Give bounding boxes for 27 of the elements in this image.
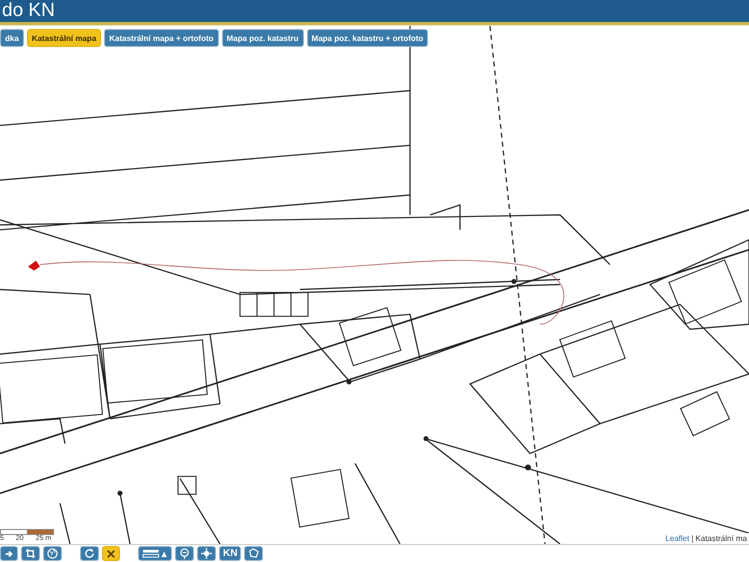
arrow-button[interactable] xyxy=(0,546,18,561)
shape-button[interactable] xyxy=(244,546,264,561)
layers-icon xyxy=(142,548,168,559)
page-title: do KN xyxy=(2,0,55,22)
crop-icon xyxy=(25,548,36,559)
close-button[interactable] xyxy=(102,546,120,561)
layer-tab[interactable]: Katastrální mapa xyxy=(26,29,102,47)
scale-bar xyxy=(0,529,54,535)
layer-tab[interactable]: Mapa poz. katastru xyxy=(222,29,304,47)
kn-button[interactable]: KN xyxy=(219,546,242,561)
locate-icon xyxy=(201,548,212,559)
layers-dropdown-button[interactable] xyxy=(138,546,172,561)
pentagon-icon xyxy=(248,548,260,559)
arrow-icon xyxy=(4,548,14,558)
layer-tab[interactable]: Mapa poz. katastru + ortofoto xyxy=(306,29,428,47)
refresh-button[interactable] xyxy=(80,546,99,561)
locate-button[interactable] xyxy=(197,546,216,561)
leaflet-link[interactable]: Leaflet xyxy=(665,534,690,543)
crop-button[interactable] xyxy=(21,546,40,561)
pin-button[interactable] xyxy=(175,546,194,561)
attribution-text: Katastrální ma xyxy=(695,534,747,543)
close-icon xyxy=(106,548,116,558)
refresh-icon xyxy=(84,548,95,559)
pin-icon xyxy=(179,548,190,559)
layer-tab[interactable]: Katastrální mapa + ortofoto xyxy=(104,29,219,47)
layer-tab[interactable]: dka xyxy=(0,29,24,47)
attribution-separator: | xyxy=(691,534,694,543)
